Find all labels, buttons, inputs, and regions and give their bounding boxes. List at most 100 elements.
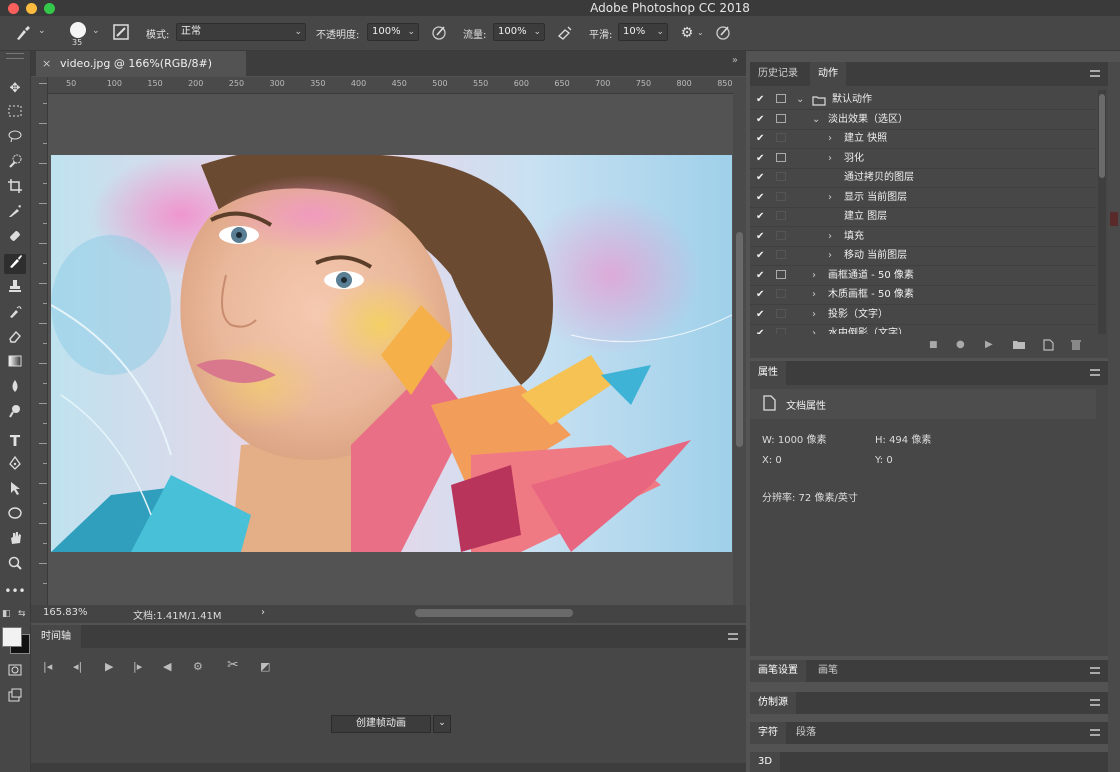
action-row[interactable]: ✔ › 移动 当前图层	[750, 246, 1096, 266]
tab-3d[interactable]: 3D	[750, 752, 781, 772]
check-icon[interactable]: ✔	[756, 324, 764, 334]
more-tools-icon[interactable]: •••	[4, 581, 26, 601]
action-row[interactable]: ✔ ⌄ 淡出效果（选区）	[750, 110, 1096, 130]
check-icon[interactable]: ✔	[756, 266, 764, 285]
transition-icon[interactable]: ◩	[260, 660, 270, 673]
brush-tool-icon[interactable]	[4, 254, 26, 274]
check-icon[interactable]: ✔	[756, 227, 764, 246]
mode-select[interactable]: 正常 ⌄	[176, 23, 306, 41]
dialog-toggle-icon[interactable]	[776, 328, 786, 334]
eyedropper-tool-icon[interactable]	[4, 204, 26, 224]
check-icon[interactable]: ✔	[756, 305, 764, 324]
check-icon[interactable]: ✔	[756, 246, 764, 265]
dialog-toggle-icon[interactable]	[776, 250, 786, 259]
tab-paragraph[interactable]: 段落	[788, 722, 824, 744]
action-row[interactable]: ✔ › 水中倒影（文字）	[750, 324, 1096, 334]
foreground-color-swatch[interactable]	[2, 627, 22, 647]
ellipse-tool-icon[interactable]	[4, 506, 26, 526]
eraser-tool-icon[interactable]	[4, 329, 26, 349]
chevron-right-icon[interactable]: ›	[828, 149, 832, 168]
chevron-right-icon[interactable]: ›	[812, 266, 816, 285]
chevron-right-icon[interactable]: ›	[812, 305, 816, 324]
path-selection-tool-icon[interactable]	[4, 481, 26, 501]
hand-tool-icon[interactable]	[4, 531, 26, 551]
first-frame-icon[interactable]: |◂	[43, 660, 52, 673]
properties-panel-menu-icon[interactable]	[1090, 369, 1100, 376]
timeline-menu-icon[interactable]	[728, 633, 738, 640]
brush-settings-toggle-icon[interactable]	[112, 24, 130, 42]
character-panel-menu-icon[interactable]	[1090, 729, 1100, 736]
default-colors-icon[interactable]: ◧	[2, 609, 11, 619]
stop-recording-icon[interactable]: ■	[929, 340, 938, 350]
tabs-overflow-icon[interactable]: »	[732, 55, 738, 66]
check-icon[interactable]: ✔	[756, 285, 764, 304]
timeline-settings-icon[interactable]: ⚙	[193, 660, 203, 673]
vertical-scrollbar[interactable]	[733, 77, 746, 605]
gradient-tool-icon[interactable]	[4, 354, 26, 374]
play-icon[interactable]: ▶	[105, 660, 113, 673]
move-tool-icon[interactable]: ✥	[4, 79, 26, 99]
record-icon[interactable]: ●	[956, 339, 965, 350]
dialog-toggle-icon[interactable]	[776, 133, 786, 142]
split-at-playhead-icon[interactable]: ✂	[227, 657, 239, 673]
dialog-toggle-icon[interactable]	[776, 191, 786, 201]
dialog-toggle-icon[interactable]	[776, 94, 786, 103]
smoothing-field[interactable]: 10% ⌄	[618, 23, 668, 41]
action-row[interactable]: ✔ › 填充	[750, 227, 1096, 247]
tab-clone-source[interactable]: 仿制源	[750, 692, 796, 714]
brush-picker-chevron-icon[interactable]: ⌄	[92, 26, 100, 36]
create-frame-animation-button[interactable]: 创建帧动画	[331, 715, 431, 733]
next-frame-icon[interactable]: |▸	[133, 660, 142, 673]
tab-actions[interactable]: 动作	[810, 62, 846, 86]
vertical-scroll-thumb[interactable]	[736, 232, 743, 447]
new-set-icon[interactable]	[1012, 339, 1026, 353]
action-row[interactable]: ✔ › 画框通道 - 50 像素	[750, 266, 1096, 286]
create-animation-dropdown-icon[interactable]: ⌄	[433, 715, 451, 733]
canvas-image[interactable]	[51, 155, 732, 552]
action-row[interactable]: ✔ › 显示 当前图层	[750, 188, 1096, 208]
status-menu-chevron-icon[interactable]: ›	[261, 607, 265, 618]
pen-tool-icon[interactable]	[4, 455, 26, 476]
actions-panel-menu-icon[interactable]	[1090, 70, 1100, 77]
quick-mask-icon[interactable]	[4, 663, 26, 683]
actions-scroll-thumb[interactable]	[1099, 94, 1105, 178]
new-action-icon[interactable]	[1042, 339, 1054, 354]
lasso-tool-icon[interactable]	[4, 129, 26, 149]
brush-panel-menu-icon[interactable]	[1090, 667, 1100, 674]
tab-brush-settings[interactable]: 画笔设置	[750, 660, 806, 682]
toolbar-grip[interactable]	[6, 53, 24, 59]
action-row[interactable]: ✔ › 建立 快照	[750, 129, 1096, 149]
gear-chevron-icon[interactable]: ⌄	[697, 28, 704, 37]
chevron-right-icon[interactable]: ›	[812, 324, 816, 334]
actions-scrollbar[interactable]	[1098, 90, 1106, 334]
check-icon[interactable]: ✔	[756, 188, 764, 207]
healing-brush-tool-icon[interactable]	[4, 229, 26, 249]
quick-selection-tool-icon[interactable]	[4, 154, 26, 174]
chevron-right-icon[interactable]: ›	[828, 227, 832, 246]
dialog-toggle-icon[interactable]	[776, 308, 786, 318]
check-icon[interactable]: ✔	[756, 90, 764, 109]
action-row[interactable]: ✔ 通过拷贝的图层	[750, 168, 1096, 188]
dialog-toggle-icon[interactable]	[776, 113, 786, 123]
horizontal-scroll-thumb[interactable]	[415, 609, 573, 617]
dialog-toggle-icon[interactable]	[776, 152, 786, 162]
previous-frame-icon[interactable]: ◂|	[73, 660, 82, 673]
close-document-icon[interactable]: ×	[42, 51, 51, 76]
tab-history[interactable]: 历史记录	[750, 62, 806, 86]
dialog-toggle-icon[interactable]	[776, 289, 786, 298]
dialog-toggle-icon[interactable]	[776, 269, 786, 279]
dialog-toggle-icon[interactable]	[776, 230, 786, 240]
action-row[interactable]: ✔ › 投影（文字）	[750, 305, 1096, 325]
action-row[interactable]: ✔ › 木质画框 - 50 像素	[750, 285, 1096, 305]
dialog-toggle-icon[interactable]	[776, 172, 786, 181]
document-tab[interactable]: × video.jpg @ 166%(RGB/8#)	[36, 51, 246, 76]
chevron-right-icon[interactable]: ›	[828, 188, 832, 207]
check-icon[interactable]: ✔	[756, 129, 764, 148]
swap-colors-icon[interactable]: ⇆	[18, 609, 26, 619]
check-icon[interactable]: ✔	[756, 207, 764, 226]
tab-character[interactable]: 字符	[750, 722, 786, 744]
action-row[interactable]: ✔ › 羽化	[750, 149, 1096, 169]
zoom-level[interactable]: 165.83%	[43, 607, 88, 618]
airbrush-icon[interactable]	[556, 24, 574, 42]
chevron-right-icon[interactable]: ›	[828, 129, 832, 148]
